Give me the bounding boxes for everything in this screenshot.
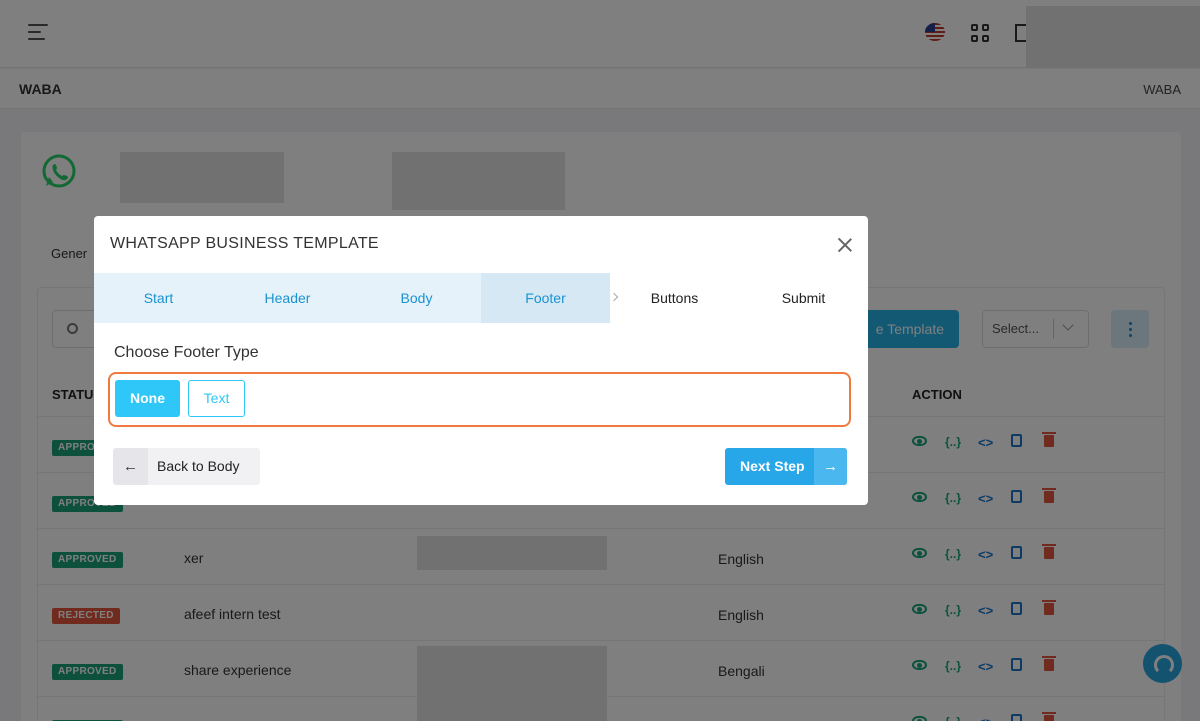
step-label: Submit [781,290,826,306]
next-step-button[interactable]: Next Step → [725,448,847,485]
arrow-right-icon: → [814,448,847,485]
step-label: Start [143,290,174,306]
step-start[interactable]: Start [94,273,223,323]
footer-type-text-button[interactable]: Text [188,380,245,417]
step-footer[interactable]: Footer [481,273,619,323]
back-to-body-button[interactable]: ← Back to Body [113,448,260,485]
modal-title: WHATSAPP BUSINESS TEMPLATE [110,235,379,252]
step-label: Buttons [650,290,699,306]
footer-type-options: None Text [108,372,851,427]
footer-type-label: Choose Footer Type [114,344,259,361]
step-submit[interactable]: Submit [739,273,868,323]
step-label: Body [400,290,433,306]
next-button-label: Next Step [740,458,805,474]
arrow-left-icon: ← [113,448,148,485]
footer-type-none-button[interactable]: None [115,380,180,417]
step-body[interactable]: Body [352,273,481,323]
wizard-steps: Start Header Body Footer Buttons Submit [94,273,868,323]
template-wizard-modal: WHATSAPP BUSINESS TEMPLATE Start Header … [94,216,868,505]
back-button-label: Back to Body [157,458,240,474]
step-buttons[interactable]: Buttons [610,273,739,323]
step-header[interactable]: Header [223,273,352,323]
close-icon[interactable] [836,236,854,254]
step-label: Footer [525,290,566,306]
step-label: Header [264,290,311,306]
